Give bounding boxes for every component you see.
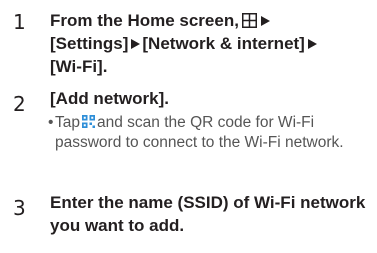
qr-scan-icon xyxy=(82,115,95,128)
step-instruction: Enter the name (SSID) of Wi-Fi network y… xyxy=(50,193,366,235)
menu-path-network: [Network & internet] xyxy=(142,34,305,53)
step-number: 3 xyxy=(13,196,26,220)
menu-path-wifi: [Wi-Fi]. xyxy=(50,57,108,76)
step-number: 2 xyxy=(13,92,26,116)
note-text-before: Tap xyxy=(55,114,80,131)
triangle-right-icon xyxy=(307,39,317,49)
step-note: • Tap and scan the QR code for Wi-Fi pass… xyxy=(48,113,355,153)
step-instruction: From the Home screen, [Settings] [Network… xyxy=(50,9,370,78)
step-instruction: [Add network]. xyxy=(50,89,169,108)
note-text-after: and scan the QR code for Wi-Fi password … xyxy=(55,114,344,151)
triangle-right-icon xyxy=(260,16,270,26)
triangle-right-icon xyxy=(131,39,141,49)
step-number: 1 xyxy=(13,10,26,34)
bullet: • xyxy=(48,114,54,131)
apps-grid-icon xyxy=(241,13,257,28)
step-prefix: From the Home screen, xyxy=(50,11,239,30)
menu-path-settings: [Settings] xyxy=(50,34,129,53)
